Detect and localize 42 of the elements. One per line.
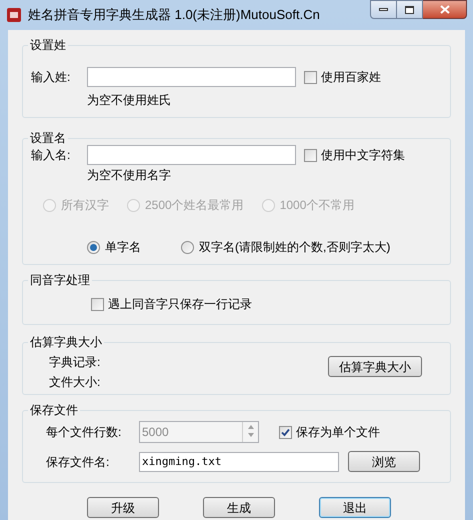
input-field[interactable] <box>87 145 296 165</box>
radio-button[interactable] <box>181 240 194 254</box>
hint-text: 为空不使用姓氏 <box>86 92 172 109</box>
field-label: 保存文件名: <box>46 454 110 470</box>
radio-label: 单字名 <box>105 239 141 256</box>
input-field[interactable]: xingming.txt <box>139 452 339 472</box>
checkbox[interactable] <box>304 148 317 162</box>
checkbox-label: 使用百家姓 <box>321 69 381 86</box>
radio-label: 1000个不常用 <box>280 197 354 214</box>
group-title: 同音字处理 <box>29 273 91 287</box>
window-title: 姓名拼音专用字典生成器 1.0(未注册)MutouSoft.Cn <box>28 6 320 24</box>
push-button[interactable]: 升级 <box>87 497 159 518</box>
close-icon <box>440 5 450 14</box>
checkbox-label: 保存为单个文件 <box>296 424 380 441</box>
close-button[interactable] <box>423 0 467 19</box>
checkbox[interactable] <box>279 426 292 438</box>
field-label: 每个文件行数: <box>46 424 122 441</box>
radio-label: 所有汉字 <box>61 197 109 214</box>
field-label: 文件大小: <box>49 375 100 389</box>
radio-button[interactable] <box>87 240 100 254</box>
group-title: 保存文件 <box>29 403 79 417</box>
radio-label: 双字名(请限制姓的个数,否则字太大) <box>199 239 390 256</box>
minimize-button[interactable] <box>370 0 397 19</box>
hint-text: 为空不使用名字 <box>86 167 172 184</box>
checkbox[interactable] <box>91 298 104 310</box>
group-title: 设置姓 <box>29 38 67 52</box>
group-title: 估算字典大小 <box>29 335 103 349</box>
push-button[interactable]: 浏览 <box>348 451 420 472</box>
field-label: 输入名: <box>31 147 72 164</box>
field-label: 输入姓: <box>31 69 72 86</box>
maximize-button[interactable] <box>397 0 423 19</box>
group-title: 设置名 <box>29 131 67 145</box>
input-field[interactable] <box>87 67 296 87</box>
app-icon <box>6 7 22 23</box>
push-button[interactable]: 生成 <box>203 497 275 518</box>
push-button[interactable]: 估算字典大小 <box>328 356 422 377</box>
checkbox[interactable] <box>304 70 317 84</box>
push-button[interactable]: 退出 <box>319 497 391 518</box>
checkbox-label: 使用中文字符集 <box>321 147 405 164</box>
field-label: 字典记录: <box>49 355 100 369</box>
radio-label: 2500个姓名最常用 <box>145 197 244 214</box>
checkbox-label: 遇上同音字只保存一行记录 <box>108 296 252 313</box>
